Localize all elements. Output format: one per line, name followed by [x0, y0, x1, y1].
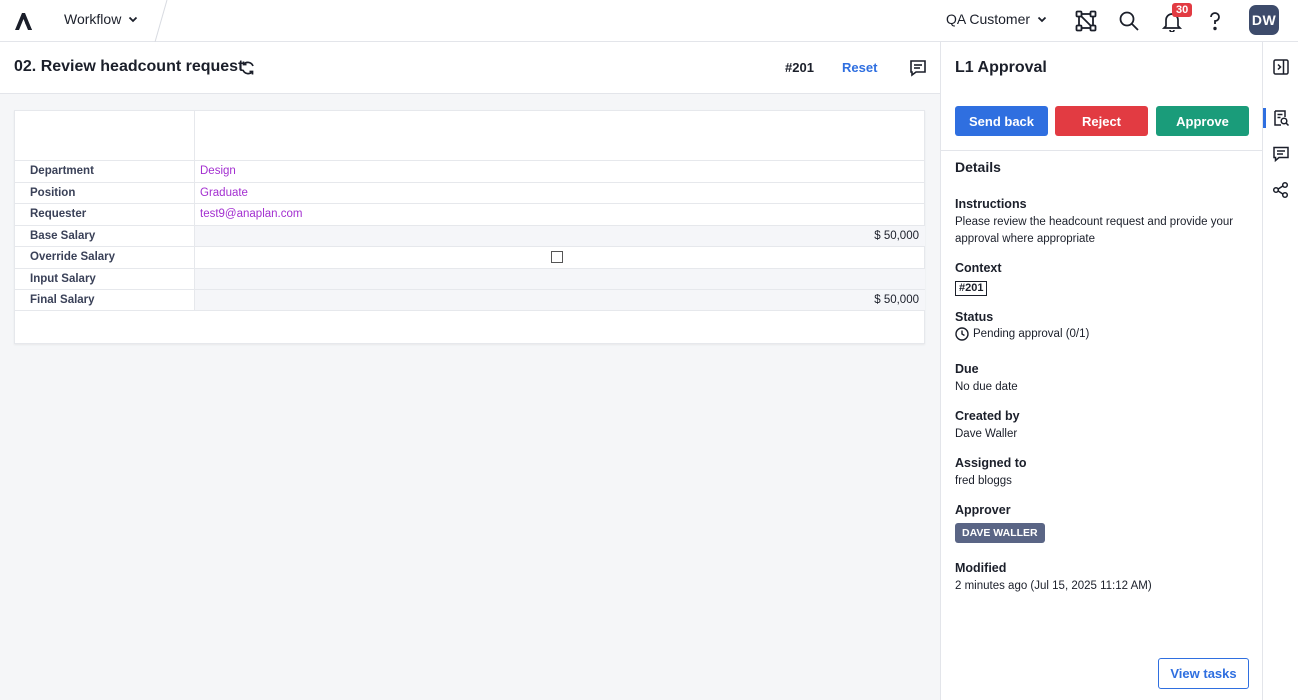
assigned-to-field: Assigned to fred bloggs [955, 456, 1249, 490]
created-by-label: Created by [955, 409, 1020, 423]
requester-value[interactable]: test9@anaplan.com [195, 204, 925, 225]
instructions-label: Instructions [955, 197, 1027, 211]
top-bar: Workflow QA Customer 30 DW [0, 0, 1298, 42]
reject-button[interactable]: Reject [1055, 106, 1148, 136]
send-back-button[interactable]: Send back [955, 106, 1048, 136]
right-rail [1262, 42, 1298, 700]
document-search-icon [1274, 110, 1290, 127]
table-row: Final Salary $ 50,000 [15, 289, 925, 311]
headcount-grid: Department Design Position Graduate Requ… [15, 160, 925, 311]
due-label: Due [955, 362, 979, 376]
table-row: Input Salary [15, 267, 925, 289]
comment-icon [1273, 146, 1289, 163]
nav-divider [154, 0, 168, 42]
model-map-button[interactable] [1072, 7, 1100, 35]
status-value: Pending approval (0/1) [973, 328, 1090, 340]
customer-selector[interactable]: QA Customer [946, 11, 1048, 27]
row-label: Final Salary [15, 290, 195, 310]
input-salary-value[interactable] [195, 268, 925, 289]
panel-divider [941, 150, 1263, 151]
card-header-cell [15, 111, 195, 161]
anaplan-logo-icon[interactable] [12, 9, 36, 33]
context-tag[interactable]: #201 [955, 281, 988, 296]
approve-button[interactable]: Approve [1156, 106, 1249, 136]
search-button[interactable] [1115, 7, 1143, 35]
department-value[interactable]: Design [195, 161, 925, 182]
override-salary-cell [195, 247, 925, 268]
chevron-down-icon [1037, 16, 1047, 23]
row-label: Position [15, 182, 195, 203]
clock-icon [955, 327, 969, 341]
row-label: Input Salary [15, 268, 195, 289]
approver-label: Approver [955, 503, 1011, 517]
panel-collapse-icon [1273, 59, 1289, 75]
details-heading: Details [955, 159, 1001, 175]
search-icon [1119, 11, 1139, 31]
row-label: Department [15, 161, 195, 182]
workflow-icon [1272, 181, 1289, 199]
context-field: Context #201 [955, 261, 1249, 296]
status-field: Status Pending approval (0/1) [955, 310, 1249, 341]
workflow-panel-button[interactable] [1271, 180, 1291, 200]
page-title: 02. Review headcount request [14, 58, 244, 75]
modified-label: Modified [955, 561, 1007, 575]
status-label: Status [955, 310, 994, 324]
refresh-icon[interactable] [239, 59, 257, 77]
instructions-field: Instructions Please review the headcount… [955, 197, 1249, 248]
row-label: Base Salary [15, 225, 195, 246]
table-row: Override Salary [15, 246, 925, 268]
approver-tag: DAVE WALLER [955, 523, 1045, 543]
due-field: Due No due date [955, 362, 1249, 396]
table-row: Base Salary $ 50,000 [15, 224, 925, 246]
collapse-panel-button[interactable] [1271, 57, 1291, 77]
network-icon [1075, 10, 1097, 32]
row-label: Requester [15, 204, 195, 225]
assigned-to-value: fred bloggs [955, 475, 1012, 487]
instructions-value: Please review the headcount request and … [955, 216, 1234, 245]
help-button[interactable] [1201, 7, 1229, 35]
workflow-menu[interactable]: Workflow [64, 11, 139, 27]
created-by-field: Created by Dave Waller [955, 409, 1249, 443]
table-row: Department Design [15, 160, 925, 182]
notification-badge: 30 [1172, 3, 1193, 17]
approval-panel: L1 Approval Send back Reject Approve Det… [940, 42, 1263, 700]
final-salary-value: $ 50,000 [195, 290, 925, 310]
comments-panel-button[interactable] [1271, 144, 1291, 164]
record-id: #201 [785, 60, 814, 75]
page-header: 02. Review headcount request #201 Reset [0, 42, 940, 94]
modified-value: 2 minutes ago (Jul 15, 2025 11:12 AM) [955, 580, 1152, 592]
assigned-to-label: Assigned to [955, 456, 1027, 470]
help-icon [1210, 12, 1220, 31]
view-tasks-button[interactable]: View tasks [1158, 658, 1249, 689]
table-row: Requester test9@anaplan.com [15, 203, 925, 225]
due-value: No due date [955, 381, 1018, 393]
workflow-menu-label: Workflow [64, 11, 122, 27]
context-label: Context [955, 261, 1002, 275]
customer-label: QA Customer [946, 11, 1031, 27]
base-salary-value: $ 50,000 [195, 225, 925, 246]
created-by-value: Dave Waller [955, 428, 1018, 440]
approver-field: Approver DAVE WALLER [955, 503, 1249, 543]
chevron-down-icon [129, 16, 138, 23]
modified-field: Modified 2 minutes ago (Jul 15, 2025 11:… [955, 561, 1249, 595]
user-avatar[interactable]: DW [1249, 5, 1279, 35]
details-panel-button[interactable] [1271, 108, 1291, 128]
row-label: Override Salary [15, 247, 195, 268]
status-row: Pending approval (0/1) [955, 327, 1249, 341]
panel-title: L1 Approval [955, 59, 1047, 76]
rail-active-indicator [1263, 108, 1266, 128]
table-row: Position Graduate [15, 181, 925, 204]
override-salary-checkbox[interactable] [550, 251, 563, 264]
headcount-card: Department Design Position Graduate Requ… [14, 110, 925, 344]
reset-button[interactable]: Reset [842, 60, 877, 75]
comment-icon[interactable] [908, 58, 928, 78]
position-value[interactable]: Graduate [195, 183, 925, 204]
